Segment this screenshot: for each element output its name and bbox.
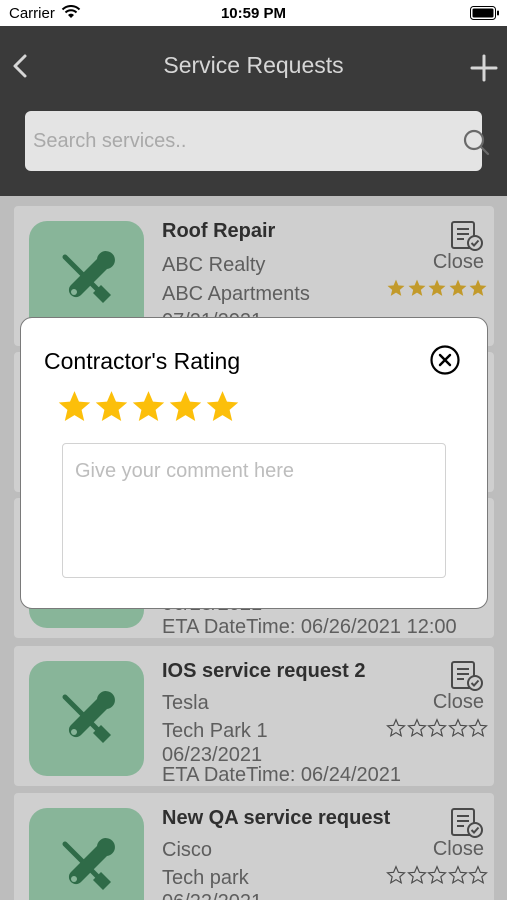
close-icon[interactable]: [429, 344, 461, 376]
dialog-title: Contractor's Rating: [44, 348, 241, 374]
comment-field[interactable]: [62, 443, 446, 578]
rating-stars[interactable]: [56, 388, 241, 425]
modal-overlay[interactable]: Contractor's Rating: [0, 0, 507, 900]
star-filled-icon[interactable]: [93, 388, 130, 425]
rating-dialog: Contractor's Rating: [20, 317, 488, 609]
star-filled-icon[interactable]: [204, 388, 241, 425]
star-filled-icon[interactable]: [130, 388, 167, 425]
star-filled-icon[interactable]: [167, 388, 204, 425]
star-filled-icon[interactable]: [56, 388, 93, 425]
